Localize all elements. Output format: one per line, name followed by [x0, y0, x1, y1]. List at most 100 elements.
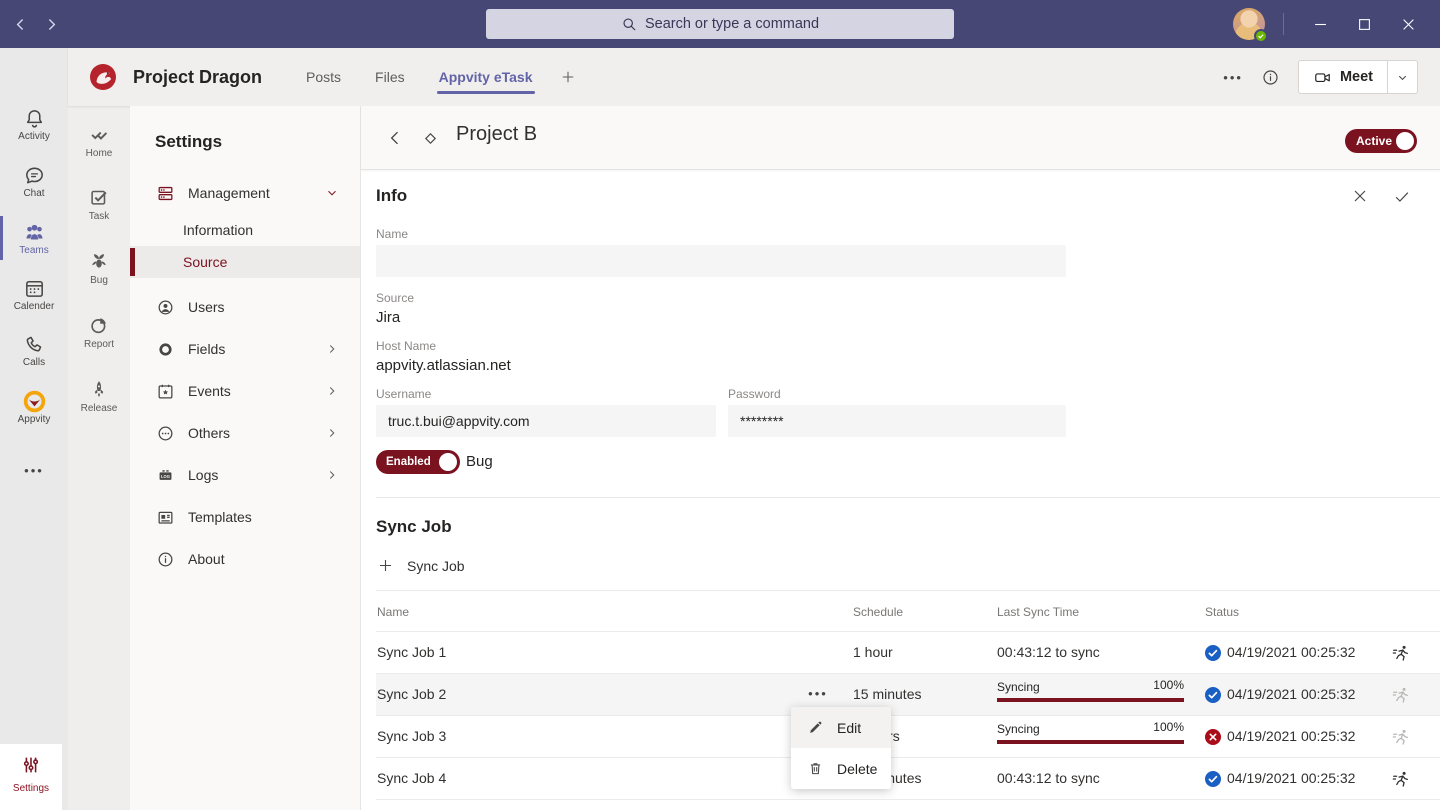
info-circle-icon[interactable] — [1261, 68, 1280, 87]
about-info-icon — [155, 549, 175, 569]
nav-item-label: Source — [183, 254, 227, 270]
meet-button[interactable]: Meet — [1299, 61, 1387, 93]
context-menu-delete[interactable]: Delete — [791, 748, 891, 789]
settings-nav-item-fields[interactable]: Fields — [130, 328, 360, 370]
sync-progress-percent: 100% — [1153, 720, 1184, 734]
bug-enabled-toggle[interactable]: Enabled — [376, 450, 460, 474]
back-button[interactable] — [385, 128, 405, 153]
sidebar-item-teams[interactable]: Teams — [0, 220, 68, 256]
run-sync-icon-disabled — [1391, 727, 1411, 747]
sync-progress: Syncing 100% — [997, 720, 1184, 744]
presence-available-icon — [1254, 29, 1268, 43]
username-field-label: Username — [376, 387, 431, 401]
appvity-logo-icon — [0, 389, 68, 413]
sync-progress-label: Syncing — [997, 680, 1040, 694]
channel-more-button[interactable]: ••• — [1223, 70, 1243, 85]
tab-appvity-etask[interactable]: Appvity eTask — [439, 59, 533, 95]
nav-item-label: Management — [188, 185, 270, 201]
table-row[interactable]: Sync Job 1 1 hour 00:43:12 to sync 04/19… — [376, 632, 1440, 674]
sync-progress: Syncing 100% — [997, 678, 1184, 702]
run-sync-icon[interactable] — [1391, 643, 1411, 663]
close-button[interactable] — [1386, 0, 1430, 48]
run-sync-icon[interactable] — [1391, 769, 1411, 789]
row-more-button[interactable]: ••• — [801, 680, 835, 706]
cancel-icon[interactable] — [1350, 186, 1370, 211]
module-item-bug[interactable]: Bug — [68, 249, 130, 286]
history-forward-button[interactable] — [43, 16, 60, 33]
templates-icon — [155, 507, 175, 527]
sync-job-section-heading: Sync Job — [376, 517, 452, 537]
cell-schedule: 1 hour — [853, 644, 893, 660]
context-menu-edit[interactable]: Edit — [791, 707, 891, 748]
module-item-label: Report — [68, 339, 130, 350]
rail-more-button[interactable]: ••• — [0, 463, 68, 478]
module-item-release[interactable]: Release — [68, 377, 130, 414]
chevron-right-icon — [325, 384, 339, 398]
settings-nav-item-others[interactable]: Others — [130, 412, 360, 454]
cell-last-sync: 00:43:12 to sync — [997, 644, 1100, 660]
trash-icon — [807, 760, 824, 777]
toggle-knob — [1396, 132, 1414, 150]
table-row[interactable]: Sync Job 4 30 minutes 00:43:12 to sync 0… — [376, 758, 1440, 800]
sidebar-item-appvity[interactable]: Appvity — [0, 389, 68, 425]
teams-icon — [0, 220, 68, 244]
sidebar-item-activity[interactable]: Activity — [0, 106, 68, 142]
nav-item-label: Information — [183, 222, 253, 238]
cell-status-date: 04/19/2021 00:25:32 — [1227, 686, 1355, 702]
module-item-settings[interactable]: Settings — [0, 744, 62, 810]
add-sync-job-button[interactable]: Sync Job — [376, 556, 465, 575]
chevron-down-icon — [1396, 71, 1409, 84]
users-icon — [155, 297, 175, 317]
rail-item-label: Calls — [0, 357, 68, 368]
module-item-task[interactable]: Task — [68, 185, 130, 222]
search-input[interactable]: Search or type a command — [486, 9, 954, 39]
team-logo-dragon-icon — [88, 62, 118, 92]
password-field-label: Password — [728, 387, 781, 401]
save-check-icon[interactable] — [1392, 186, 1412, 211]
sidebar-item-calls[interactable]: Calls — [0, 332, 68, 368]
settings-nav-item-users[interactable]: Users — [130, 286, 360, 328]
table-header-row: Name Schedule Last Sync Time Status — [376, 590, 1440, 632]
module-item-label: Task — [68, 211, 130, 222]
tab-posts[interactable]: Posts — [306, 59, 341, 95]
settings-nav-item-events[interactable]: Events — [130, 370, 360, 412]
nav-item-label: Templates — [188, 509, 252, 525]
app-rail: Activity Chat Teams Calender Calls Appvi… — [0, 48, 68, 810]
maximize-button[interactable] — [1342, 0, 1386, 48]
cell-name: Sync Job 1 — [377, 644, 446, 660]
settings-nav-item-about[interactable]: About — [130, 538, 360, 580]
table-row[interactable]: Sync Job 3 2 hours Syncing 100% 04/19/20… — [376, 716, 1440, 758]
page-title: Project B — [456, 123, 537, 146]
history-back-button[interactable] — [12, 16, 29, 33]
calendar-icon — [0, 276, 68, 300]
settings-nav-item-information[interactable]: Information — [130, 214, 360, 246]
minimize-button[interactable] — [1298, 0, 1342, 48]
settings-nav-item-logs[interactable]: LOG Logs — [130, 454, 360, 496]
chevron-down-icon — [325, 186, 339, 200]
cell-name: Sync Job 2 — [377, 686, 446, 702]
main-content: Project B Active Info Name Source Jira H… — [360, 106, 1440, 810]
module-item-home[interactable]: Home — [68, 122, 130, 159]
rail-item-label: Appvity — [0, 414, 68, 425]
settings-nav-item-source[interactable]: Source — [130, 246, 360, 278]
team-header: Project Dragon Posts Files Appvity eTask… — [68, 48, 1440, 106]
settings-nav-item-management[interactable]: Management — [130, 172, 360, 214]
module-item-report[interactable]: Report — [68, 313, 130, 350]
sidebar-item-chat[interactable]: Chat — [0, 163, 68, 199]
settings-nav-item-templates[interactable]: Templates — [130, 496, 360, 538]
add-tab-button[interactable] — [559, 68, 577, 86]
sidebar-item-calendar[interactable]: Calender — [0, 276, 68, 312]
table-row[interactable]: Sync Job 2 ••• 15 minutes Syncing 100% 0… — [376, 674, 1440, 716]
context-menu-item-label: Edit — [837, 720, 861, 736]
tab-files[interactable]: Files — [375, 59, 405, 95]
active-toggle[interactable]: Active — [1345, 129, 1417, 153]
name-input[interactable] — [376, 245, 1066, 277]
username-input[interactable] — [376, 405, 716, 437]
password-input[interactable] — [728, 405, 1066, 437]
run-sync-icon-disabled — [1391, 685, 1411, 705]
nav-item-label: Users — [188, 299, 225, 315]
meet-dropdown-button[interactable] — [1387, 61, 1417, 93]
chat-icon — [0, 163, 68, 187]
avatar[interactable] — [1233, 8, 1265, 40]
svg-text:LOG: LOG — [161, 473, 170, 478]
